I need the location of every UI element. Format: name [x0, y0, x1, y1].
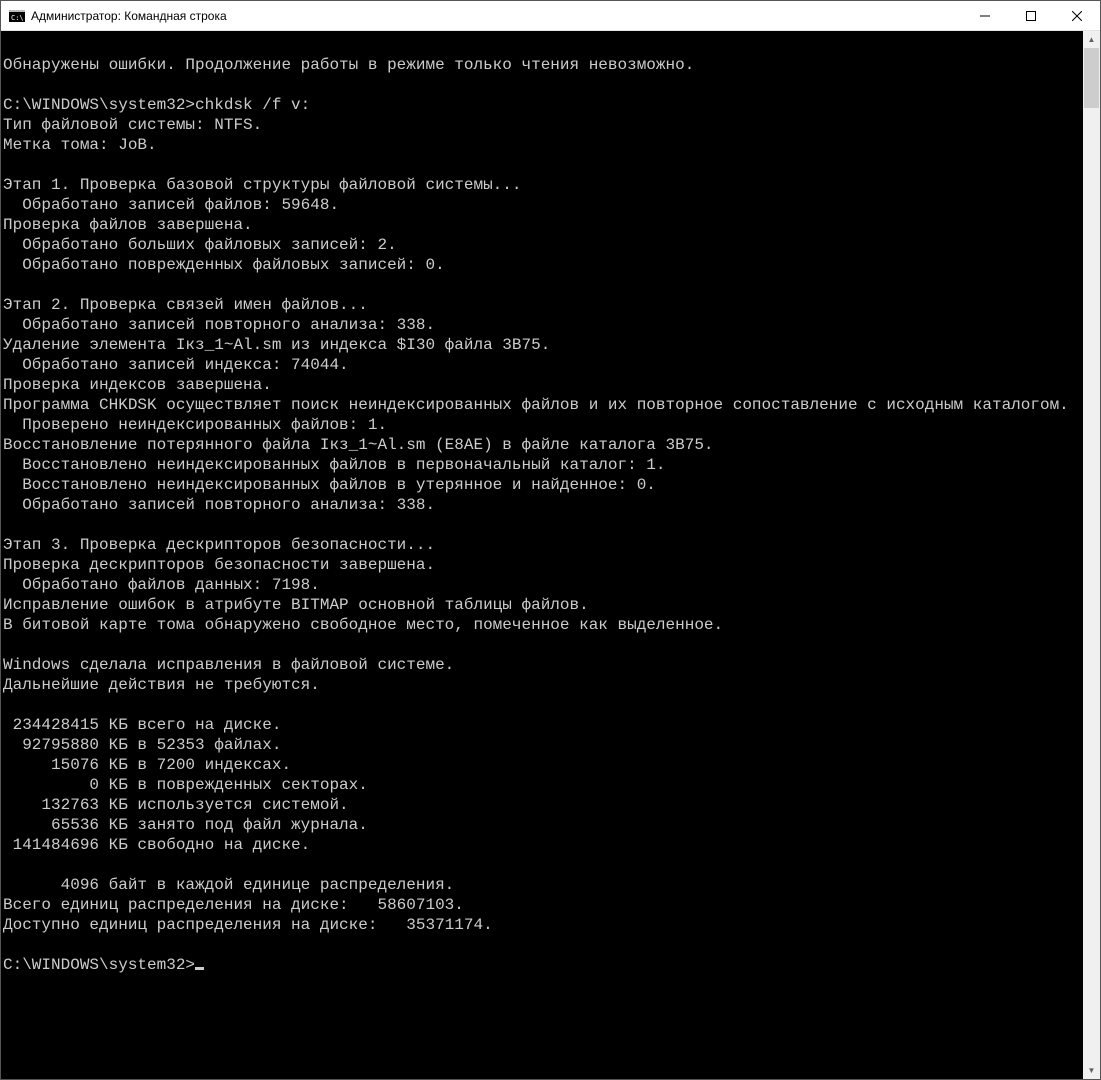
scrollbar-thumb[interactable]	[1084, 48, 1099, 108]
window-controls	[962, 1, 1100, 30]
cmd-icon: C:\	[9, 8, 25, 24]
content-area: Обнаружены ошибки. Продолжение работы в …	[1, 31, 1100, 1079]
svg-text:C:\: C:\	[11, 14, 24, 22]
close-button[interactable]	[1054, 1, 1100, 30]
terminal-output[interactable]: Обнаружены ошибки. Продолжение работы в …	[1, 31, 1083, 1079]
minimize-button[interactable]	[962, 1, 1008, 30]
terminal-cursor	[195, 967, 204, 970]
window-title: Администратор: Командная строка	[31, 9, 962, 23]
window-titlebar[interactable]: C:\ Администратор: Командная строка	[1, 1, 1100, 31]
scrollbar-up-arrow[interactable]: ▲	[1083, 31, 1100, 48]
maximize-button[interactable]	[1008, 1, 1054, 30]
vertical-scrollbar[interactable]: ▲ ▼	[1083, 31, 1100, 1079]
scrollbar-down-arrow[interactable]: ▼	[1083, 1062, 1100, 1079]
